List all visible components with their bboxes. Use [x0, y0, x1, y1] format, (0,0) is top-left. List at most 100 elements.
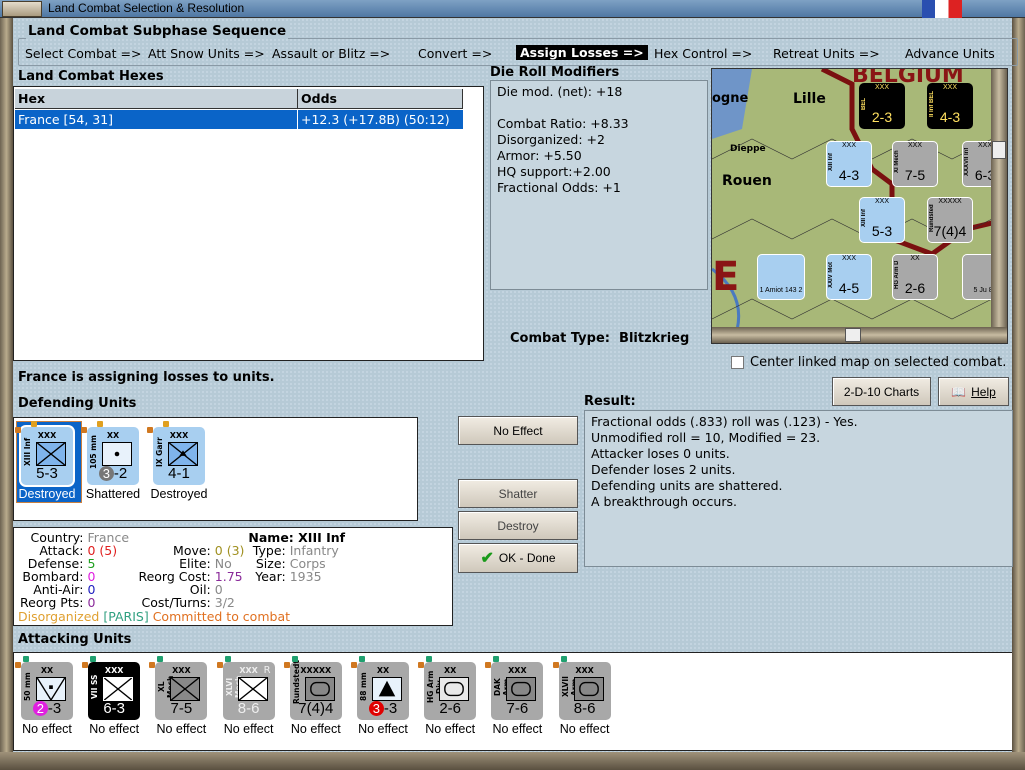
map-counter[interactable]: XI Mech XXX 7-5: [892, 141, 938, 187]
unit-counter[interactable]: XXXXX Rundstedt 7(4)4 No effect: [289, 660, 342, 736]
unit-strength: 2 -3: [21, 700, 73, 717]
frame-right: [1012, 18, 1025, 770]
strength-rest: -2: [113, 465, 128, 482]
no-effect-button[interactable]: No Effect: [458, 416, 578, 445]
map-counter[interactable]: Rundstedt XXXXX 7(4)4: [927, 197, 973, 243]
ok-done-label: OK - Done: [498, 551, 556, 565]
year-value: 1935: [289, 569, 322, 584]
unit-result: No effect: [425, 722, 476, 736]
scroll-thumb[interactable]: [845, 328, 861, 342]
status-dot: [15, 662, 21, 668]
status-dot: [418, 662, 425, 668]
map-counter-strength: 1 Amiot 143 2: [759, 287, 803, 294]
status-dot: [149, 662, 156, 668]
column-hex[interactable]: Hex: [15, 89, 298, 109]
map-counter[interactable]: HG Arm Div XX 2-6: [892, 254, 938, 300]
status-dot: [552, 662, 559, 668]
unit-counter[interactable]: XXHG Arm Div2-6No effect: [424, 662, 477, 736]
collapse-button[interactable]: [2, 1, 42, 17]
unit-symbol-icon: [168, 442, 198, 466]
result-title: Result:: [584, 394, 636, 409]
result-line: Defending units are shattered.: [591, 478, 783, 493]
result-line: Defender loses 2 units.: [591, 462, 736, 477]
unit-counter[interactable]: XXX VII SS 6-3 No effect: [88, 662, 141, 736]
linked-map[interactable]: ogne Lille Dieppe Rouen BELGIUM E XIII I…: [711, 68, 1008, 344]
cell-hex: France [54, 31]: [15, 110, 298, 129]
result-line: Fractional odds (.833) roll was (.123) -…: [591, 414, 858, 429]
modifiers-box: Die mod. (net): +18 Combat Ratio: +8.33 …: [490, 80, 708, 290]
map-label-boulogne: ogne: [712, 91, 749, 106]
map-counter-name: BEL: [861, 98, 867, 110]
strength: 8-6: [573, 700, 596, 717]
unit-counter[interactable]: XXXXL Mech7-5No effect: [155, 662, 208, 736]
center-map-option[interactable]: Center linked map on selected combat.: [731, 355, 1006, 370]
unit-counter[interactable]: XX 105 mm 3 -2 Shattered: [86, 427, 140, 501]
status-dot: [485, 662, 492, 668]
unit-counter[interactable]: XXX IX Garr 4-1 Destroyed: [151, 427, 207, 501]
unit-counter[interactable]: XXXXLVI MechR8-6No effect: [222, 662, 275, 736]
window-title: Land Combat Selection & Resolution: [48, 1, 245, 15]
map-label-lille: Lille: [793, 91, 826, 107]
map-counter[interactable]: XXIV Mot XXX 4-5: [826, 254, 872, 300]
status-dot: [90, 656, 97, 662]
unit-name: IX Garr: [155, 437, 164, 467]
no-effect-label: No Effect: [493, 423, 543, 438]
shatter-button[interactable]: Shatter: [458, 479, 578, 508]
map-counter-name: II Inf BEL: [929, 91, 935, 117]
destroy-button[interactable]: Destroy: [458, 511, 578, 540]
help-button[interactable]: 📖 Help: [938, 377, 1009, 406]
unit-result: No effect: [358, 722, 408, 736]
modifier-line: Combat Ratio: +8.33: [497, 116, 629, 131]
step-att-snow: Att Snow Units =>: [148, 46, 265, 61]
unit-result: No effect: [22, 722, 72, 736]
scroll-thumb[interactable]: [992, 141, 1006, 159]
unit-symbol-icon: [506, 677, 537, 701]
result-box: Fractional odds (.833) roll was (.123) -…: [584, 410, 1013, 567]
unit-counter[interactable]: XXXDAK Arm7-6No effect: [491, 662, 544, 736]
unit-symbol-icon: [103, 677, 134, 701]
center-map-checkbox[interactable]: [731, 356, 744, 369]
center-map-label: Center linked map on selected combat.: [750, 355, 1007, 370]
map-counter-bel[interactable]: II Inf BEL XXX 4-3: [927, 83, 973, 129]
badge: 2: [32, 701, 48, 716]
unit-strength: 5-3: [21, 465, 73, 482]
badge: 3: [98, 466, 114, 481]
hexes-table: Hex Odds France [54, 31] +12.3 (+17.8B) …: [13, 86, 484, 361]
unit-strength: 2-6: [424, 700, 476, 717]
cost-turns-value: 3/2: [214, 595, 235, 610]
combat-type: Combat Type: Blitzkrieg: [510, 331, 689, 346]
map-counter-target[interactable]: XIII Inf XXX 5-3: [859, 197, 905, 243]
map-horizontal-scrollbar[interactable]: [712, 327, 1007, 343]
map-counter-name: XI Mech: [894, 150, 900, 174]
modifiers-title: Die Roll Modifiers: [490, 65, 620, 80]
map-counter-name: XXXVII Inf: [964, 148, 970, 176]
map-air-unit[interactable]: 1 Amiot 143 2: [757, 254, 805, 300]
status-dot: [283, 662, 290, 668]
unit-counter[interactable]: XX 50 mm 2 -3 No effect: [21, 662, 73, 736]
unit-strength: 3 -3: [357, 700, 409, 717]
strength: 2-6: [439, 700, 462, 717]
checkmark-icon: ✔: [480, 550, 494, 567]
subphase-steps: Select Combat => Att Snow Units => Assau…: [0, 45, 1025, 62]
unit-symbol-icon: [102, 442, 132, 466]
help-book-icon: 📖: [951, 384, 967, 399]
unit-result: No effect: [89, 722, 140, 736]
unit-strength: 7(4)4: [290, 700, 342, 717]
ok-done-button[interactable]: ✔ OK - Done: [458, 543, 578, 573]
unit-counter[interactable]: XX 88 mm 3 -3 No effect: [357, 662, 409, 736]
map-counter-bel[interactable]: BEL XXX 2-3: [859, 83, 905, 129]
map-counter[interactable]: XIII Inf XXX 4-3: [826, 141, 872, 187]
step-assault-blitz: Assault or Blitz =>: [272, 46, 391, 61]
strength: 6-3: [103, 700, 126, 717]
cost-turns-label: Cost/Turns:: [141, 595, 211, 610]
map-vertical-scrollbar[interactable]: [991, 69, 1007, 329]
status-disorganized: Disorganized: [18, 609, 100, 624]
unit-counter[interactable]: XXX XIII Inf 5-3 Destroyed: [19, 427, 75, 501]
column-odds[interactable]: Odds: [298, 89, 463, 109]
status-hq: [PARIS]: [103, 609, 149, 624]
unit-counter[interactable]: XXXXLVII Arm8-6No effect: [558, 662, 611, 736]
table-row[interactable]: France [54, 31] +12.3 (+17.8B) (50:12): [15, 110, 463, 129]
unit-symbol-icon: [237, 677, 268, 701]
unit-symbol-icon: [439, 677, 470, 701]
charts-button[interactable]: 2-D-10 Charts: [832, 377, 931, 406]
